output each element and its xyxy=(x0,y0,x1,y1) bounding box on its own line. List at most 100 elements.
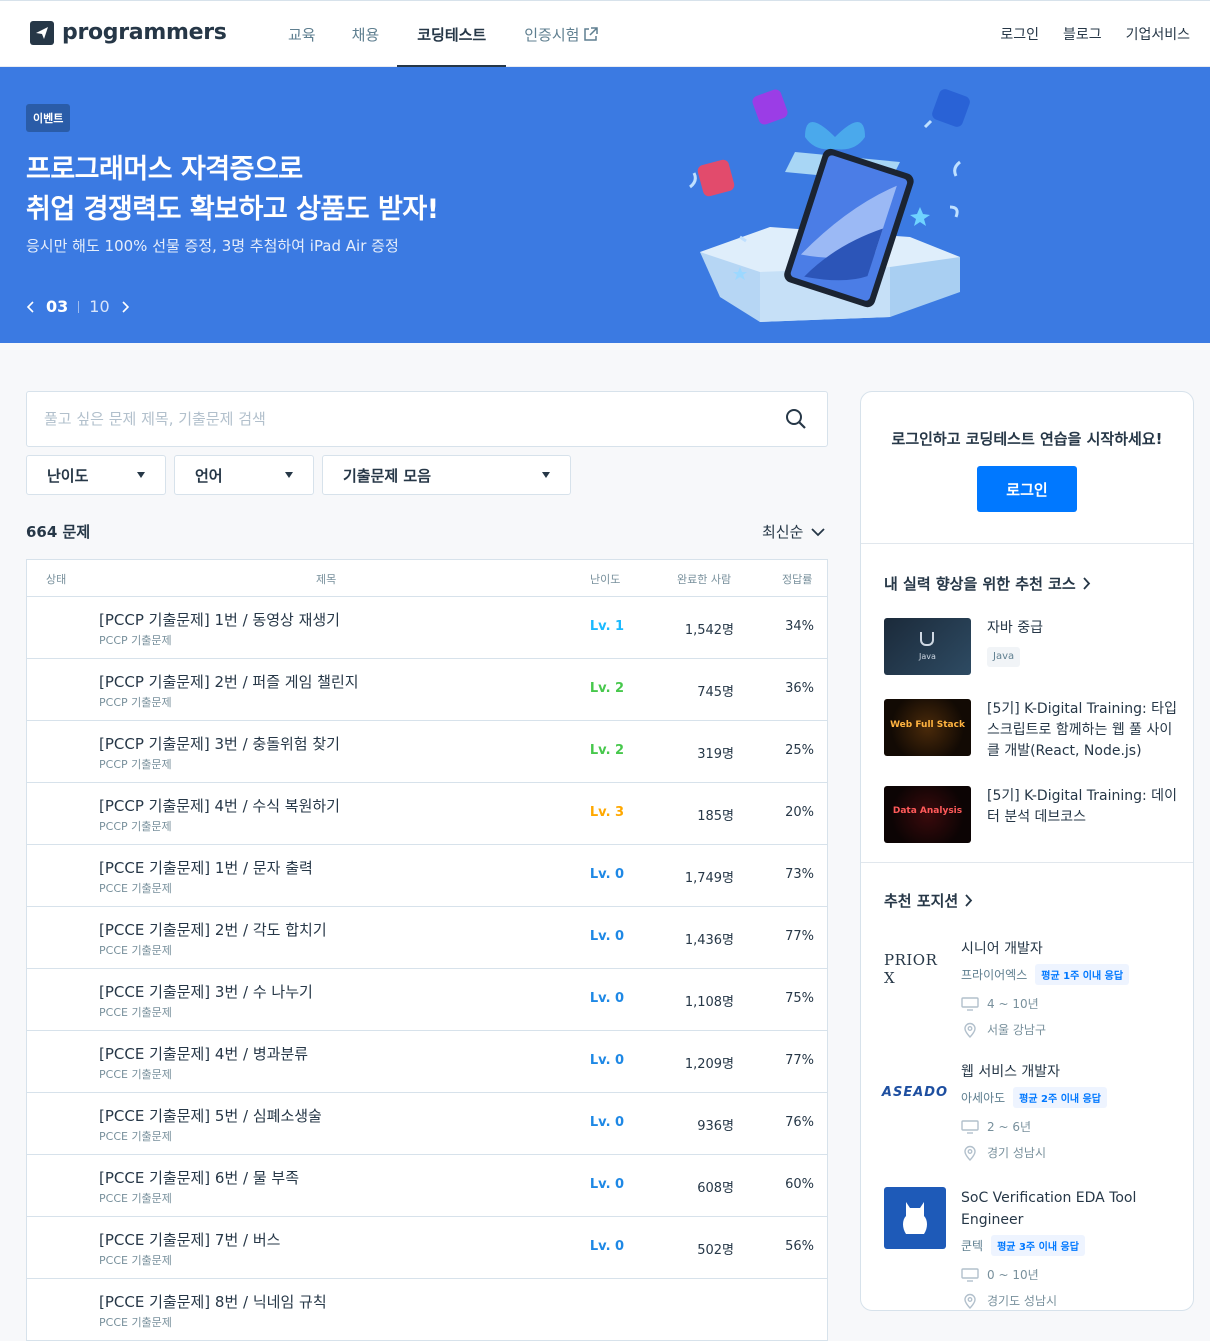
collection-filter[interactable]: 기출문제 모음 xyxy=(322,455,571,495)
course-title: [5기] K-Digital Training: 데이터 분석 데브코스 xyxy=(987,788,1177,825)
difficulty-level: Lv. 0 xyxy=(589,991,625,1006)
problem-title[interactable]: [PCCE 기출문제] 7번 / 버스 xyxy=(99,1229,280,1250)
monitor-icon xyxy=(961,996,979,1011)
completed-count: 502명 xyxy=(697,1243,734,1258)
search-input[interactable] xyxy=(27,392,727,446)
accuracy-rate: 20% xyxy=(785,805,814,820)
table-row[interactable]: [PCCE 기출문제] 3번 / 수 나누기 PCCE 기출문제 Lv. 0 1,10… xyxy=(27,969,827,1031)
priorx-logo-text: PRIOR X xyxy=(884,951,938,987)
header-blog-link[interactable]: 블로그 xyxy=(1063,24,1102,44)
positions-title-label: 추천 포지션 xyxy=(884,892,959,910)
position-item[interactable]: SoC Verification EDA Tool Engineer 쿤텍 평균… xyxy=(884,1187,1193,1309)
monitor-icon xyxy=(961,1119,979,1134)
company-name: 쿤텍 xyxy=(961,1239,984,1253)
banner-title-line1: 프로그래머스 자격증으로 xyxy=(26,154,303,185)
event-banner[interactable]: 이벤트 프로그래머스 자격증으로 취업 경쟁력도 확보하고 상품도 받자! 응시… xyxy=(0,67,1210,343)
position-item[interactable]: ASEADO 웹 서비스 개발자 아세아도 평균 2주 이내 응답 2 ~ 6년… xyxy=(881,1061,1193,1161)
table-row[interactable]: [PCCE 기출문제] 2번 / 각도 합치기 PCCE 기출문제 Lv. 0 1,4… xyxy=(27,907,827,969)
accuracy-rate: 77% xyxy=(785,929,814,944)
difficulty-level: Lv. 3 xyxy=(589,805,625,820)
position-item[interactable]: PRIOR X 시니어 개발자 프라이어엑스 평균 1주 이내 응답 4 ~ 1… xyxy=(884,938,1193,1038)
course-item[interactable]: Java 자바 중급 Java xyxy=(884,618,1193,675)
difficulty-level: Lv. 1 xyxy=(589,619,625,634)
courses-title-label: 내 실력 향상을 위한 추천 코스 xyxy=(884,575,1076,593)
position-title: 시니어 개발자 xyxy=(961,941,1043,957)
chevron-left-icon[interactable] xyxy=(26,300,36,314)
problem-title[interactable]: [PCCP 기출문제] 3번 / 충돌위험 찾기 xyxy=(99,733,340,754)
problem-title[interactable]: [PCCE 기출문제] 6번 / 물 부족 xyxy=(99,1167,299,1188)
caret-down-icon xyxy=(285,472,293,478)
chevron-down-icon xyxy=(811,527,826,536)
difficulty-level: Lv. 2 xyxy=(589,743,625,758)
data-analysis-thumbnail: Data Analysis xyxy=(884,786,971,843)
completed-count: 1,542명 xyxy=(684,623,734,638)
aseado-logo-text: ASEADO xyxy=(881,1084,949,1100)
table-row[interactable]: [PCCE 기출문제] 5번 / 심폐소생술 PCCE 기출문제 Lv. 0 936명… xyxy=(27,1093,827,1155)
search-icon[interactable] xyxy=(785,408,807,430)
nav-certification[interactable]: 인증시험 xyxy=(506,1,616,67)
table-row[interactable]: [PCCE 기출문제] 8번 / 닉네임 규칙 PCCE 기출문제 xyxy=(27,1279,827,1341)
problem-count: 664 문제 xyxy=(26,523,91,541)
accuracy-rate: 36% xyxy=(785,681,814,696)
career-row: 4 ~ 10년 xyxy=(961,995,1181,1012)
table-row[interactable]: [PCCE 기출문제] 1번 / 문자 출력 PCCE 기출문제 Lv. 0 1,74… xyxy=(27,845,827,907)
location: 경기도 성남시 xyxy=(987,1294,1058,1308)
difficulty-filter[interactable]: 난이도 xyxy=(26,455,166,495)
position-company-row: 아세아도 평균 2주 이내 응답 xyxy=(961,1087,1181,1108)
company-name: 아세아도 xyxy=(961,1091,1006,1105)
table-row[interactable]: [PCCE 기출문제] 7번 / 버스 PCCE 기출문제 Lv. 0 502명 56% xyxy=(27,1217,827,1279)
language-filter[interactable]: 언어 xyxy=(174,455,314,495)
logo-text: programmers xyxy=(62,20,227,45)
problem-title[interactable]: [PCCE 기출문제] 4번 / 병과분류 xyxy=(99,1043,308,1064)
banner-subtitle: 응시만 해도 100% 선물 증정, 3명 추첨하여 iPad Air 증정 xyxy=(26,237,399,255)
position-info: 웹 서비스 개발자 아세아도 평균 2주 이내 응답 2 ~ 6년 경기 성남시 xyxy=(961,1061,1181,1161)
table-row[interactable]: [PCCP 기출문제] 4번 / 수식 복원하기 PCCP 기출문제 Lv. 3 18… xyxy=(27,783,827,845)
difficulty-level: Lv. 0 xyxy=(589,867,625,882)
problem-part: PCCP 기출문제 xyxy=(99,634,172,647)
problem-title[interactable]: [PCCP 기출문제] 2번 / 퍼즐 게임 챌린지 xyxy=(99,671,359,692)
header-business-link[interactable]: 기업서비스 xyxy=(1126,24,1190,44)
programmers-logo[interactable]: programmers xyxy=(30,20,227,45)
problem-title[interactable]: [PCCE 기출문제] 8번 / 닉네임 규칙 xyxy=(99,1291,327,1312)
completed-count: 1,749명 xyxy=(684,871,734,886)
career-row: 2 ~ 6년 xyxy=(961,1118,1181,1135)
problem-part: PCCE 기출문제 xyxy=(99,1006,172,1019)
problem-part: PCCE 기출문제 xyxy=(99,1130,172,1143)
banner-page-total: 10 xyxy=(89,297,110,316)
course-item[interactable]: Data Analysis [5기] K-Digital Training: 데… xyxy=(884,786,1193,843)
table-row[interactable]: [PCCE 기출문제] 4번 / 병과분류 PCCE 기출문제 Lv. 0 1,209… xyxy=(27,1031,827,1093)
problem-title[interactable]: [PCCE 기출문제] 1번 / 문자 출력 xyxy=(99,857,313,878)
nav-education[interactable]: 교육 xyxy=(270,1,334,67)
login-button[interactable]: 로그인 xyxy=(977,466,1077,512)
table-row[interactable]: [PCCP 기출문제] 2번 / 퍼즐 게임 챌린지 PCCP 기출문제 Lv. 2… xyxy=(27,659,827,721)
gift-box-ipad-illustration xyxy=(689,89,970,322)
table-row[interactable]: [PCCE 기출문제] 6번 / 물 부족 PCCE 기출문제 Lv. 0 608명 6… xyxy=(27,1155,827,1217)
table-row[interactable]: [PCCP 기출문제] 1번 / 동영상 재생기 PCCP 기출문제 Lv. 1 1,… xyxy=(27,597,827,659)
course-thumb-label: Web Full Stack xyxy=(890,720,965,730)
problem-title[interactable]: [PCCE 기출문제] 2번 / 각도 합치기 xyxy=(99,919,327,940)
courses-title[interactable]: 내 실력 향상을 위한 추천 코스 xyxy=(884,573,1193,594)
course-item[interactable]: Web Full Stack [5기] K-Digital Training: … xyxy=(884,699,1193,762)
accuracy-rate: 73% xyxy=(785,867,814,882)
header-login-link[interactable]: 로그인 xyxy=(1000,24,1039,44)
collection-filter-label: 기출문제 모음 xyxy=(343,466,432,485)
web-full-stack-thumbnail: Web Full Stack xyxy=(884,699,971,756)
nav-jobs[interactable]: 채용 xyxy=(334,1,398,67)
recommended-positions: 추천 포지션 PRIOR X 시니어 개발자 프라이어엑스 평균 1주 이내 응… xyxy=(861,863,1193,1309)
positions-title[interactable]: 추천 포지션 xyxy=(884,890,1193,911)
problem-title[interactable]: [PCCE 기출문제] 5번 / 심폐소생술 xyxy=(99,1105,322,1126)
course-thumb-label: Data Analysis xyxy=(892,806,963,816)
nav-coding-test[interactable]: 코딩테스트 xyxy=(397,1,507,68)
kuntech-logo xyxy=(884,1187,946,1249)
event-badge: 이벤트 xyxy=(26,104,71,132)
completed-count: 1,209명 xyxy=(684,1057,734,1072)
col-title: 제목 xyxy=(316,573,337,586)
problem-title[interactable]: [PCCP 기출문제] 1번 / 동영상 재생기 xyxy=(99,609,340,630)
problem-title[interactable]: [PCCP 기출문제] 4번 / 수식 복원하기 xyxy=(99,795,340,816)
chevron-right-icon[interactable] xyxy=(120,300,130,314)
table-row[interactable]: [PCCP 기출문제] 3번 / 충돌위험 찾기 PCCP 기출문제 Lv. 2 31… xyxy=(27,721,827,783)
purple-app-icon xyxy=(752,89,788,125)
sort-dropdown[interactable]: 최신순 xyxy=(762,521,826,542)
problem-part: PCCP 기출문제 xyxy=(99,758,172,771)
problem-title[interactable]: [PCCE 기출문제] 3번 / 수 나누기 xyxy=(99,981,313,1002)
